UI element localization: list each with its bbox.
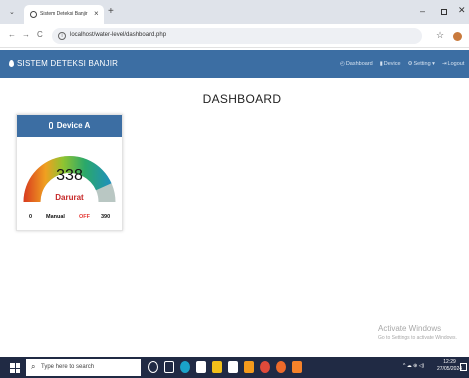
new-tab-button[interactable]: + <box>108 6 114 17</box>
gauge-max: 390 <box>101 214 111 220</box>
device-title: Device A <box>56 121 91 130</box>
mode-label: Manual <box>46 214 65 220</box>
nav-item-device[interactable]: ▮Device <box>380 61 401 67</box>
mail-icon[interactable] <box>228 361 238 373</box>
app-icon[interactable] <box>244 361 254 373</box>
gauge-value: 338 <box>56 167 83 184</box>
app-navbar: SISTEM DETEKSI BANJIR ◴Dashboard ▮Device… <box>0 50 469 78</box>
gears-icon: ⚙ <box>407 61 413 67</box>
profile-avatar[interactable] <box>453 32 462 41</box>
cortana-icon[interactable] <box>148 361 158 373</box>
notification-icon[interactable] <box>460 363 467 371</box>
firefox-icon[interactable] <box>276 361 286 373</box>
nav-item-logout[interactable]: ⇥Logout <box>442 61 464 67</box>
clock[interactable]: 12:29 27/05/2024 <box>437 359 462 373</box>
taskbar: ⌕ Type here to search ^ ☁ ⊕ ◁) 12:29 27/… <box>0 357 469 378</box>
brand-text: SISTEM DETEKSI BANJIR <box>17 59 119 68</box>
nav-menu: ◴Dashboard ▮Device ⚙Setting ▾ ⇥Logout <box>340 61 464 67</box>
task-view-icon[interactable] <box>164 361 174 373</box>
windows-start-icon[interactable] <box>10 363 20 373</box>
page-title: DASHBOARD <box>202 92 282 106</box>
status-label: Darurat <box>55 193 84 202</box>
edge-icon[interactable] <box>180 361 190 373</box>
reload-icon[interactable]: C <box>37 30 43 39</box>
device-card: Device A 338 Darurat 0 Manual OFF 390 <box>16 114 123 231</box>
close-window-button[interactable]: ✕ <box>458 5 466 16</box>
device-icon <box>48 122 53 129</box>
search-icon: ⌕ <box>31 362 36 371</box>
url-text[interactable]: localhost/water-level/dashboard.php <box>70 32 166 38</box>
brand[interactable]: SISTEM DETEKSI BANJIR <box>9 59 118 68</box>
device-card-header: Device A <box>17 115 122 137</box>
maximize-button[interactable] <box>441 9 447 15</box>
back-icon[interactable]: ← <box>8 30 16 39</box>
clock-date: 27/05/2024 <box>437 366 463 372</box>
taskbar-apps <box>148 361 302 373</box>
system-tray[interactable]: ^ ☁ ⊕ ◁) <box>403 363 424 369</box>
watermark-subtitle: Go to Settings to activate Windows. <box>378 335 457 341</box>
forward-icon[interactable]: → <box>22 30 30 39</box>
gauge-footer: 0 Manual OFF 390 <box>17 214 122 224</box>
minimize-button[interactable]: – <box>420 6 425 16</box>
browser-tab[interactable]: Sistem Deteksi Banjir × <box>24 5 104 24</box>
watermark-title: Activate Windows <box>378 324 442 333</box>
activate-windows-watermark: Activate Windows Go to Settings to activ… <box>378 324 457 341</box>
bookmark-star-icon[interactable]: ☆ <box>436 30 444 41</box>
search-placeholder: Type here to search <box>41 364 95 370</box>
logout-icon: ⇥ <box>441 61 447 67</box>
nav-item-setting[interactable]: ⚙Setting ▾ <box>408 61 435 67</box>
nav-item-dashboard[interactable]: ◴Dashboard <box>340 61 373 67</box>
chrome-icon[interactable] <box>260 361 270 373</box>
gauge-icon: ◴ <box>340 61 345 67</box>
site-info-icon[interactable]: i <box>58 32 66 40</box>
tab-search-icon[interactable]: ⌄ <box>9 8 15 16</box>
water-drop-icon <box>9 60 14 67</box>
file-explorer-icon[interactable] <box>212 361 222 373</box>
xampp-icon[interactable] <box>292 361 302 373</box>
store-icon[interactable] <box>196 361 206 373</box>
url-field[interactable]: i localhost/water-level/dashboard.php <box>52 28 422 44</box>
address-bar: ← → C i localhost/water-level/dashboard.… <box>0 24 469 48</box>
state-label: OFF <box>79 214 90 220</box>
tab-title: Sistem Deteksi Banjir <box>40 11 88 17</box>
gauge-min: 0 <box>29 214 33 220</box>
favicon-icon <box>30 11 37 18</box>
device-icon: ▮ <box>379 61 383 67</box>
tab-close-icon[interactable]: × <box>94 9 99 18</box>
browser-tab-strip: ⌄ Sistem Deteksi Banjir × + – ✕ <box>0 0 469 24</box>
taskbar-search-input[interactable]: ⌕ Type here to search <box>26 359 141 376</box>
clock-time: 12:29 <box>443 359 456 365</box>
